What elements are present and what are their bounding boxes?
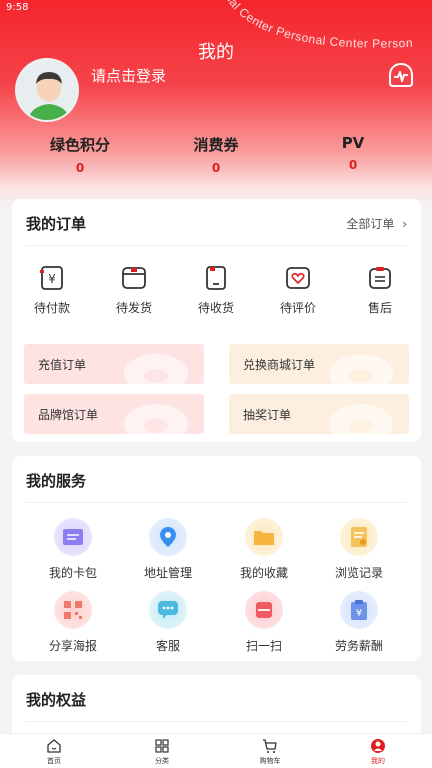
tab-category[interactable]: 分类 xyxy=(132,738,192,766)
order-status-pending-review[interactable]: 待评价 xyxy=(268,265,328,316)
stat-label: 消费券 xyxy=(193,136,239,154)
pending-receipt-icon xyxy=(206,266,226,290)
divider xyxy=(26,502,407,503)
orders-card: 我的订单 全部订单 › ¥ 待付款 待发货 待收货 待评价 售后 充值订单 兑换… xyxy=(12,199,421,442)
message-icon[interactable] xyxy=(386,61,416,91)
cart-icon xyxy=(263,739,277,753)
service-labor-salary[interactable]: ¥ 劳务薪酬 xyxy=(319,591,399,654)
brand-hall-orders-entry[interactable]: 品牌馆订单 xyxy=(24,394,204,434)
tab-label: 分类 xyxy=(155,757,169,765)
qr-code-icon xyxy=(54,591,92,629)
avatar-person-icon xyxy=(17,60,77,120)
pig-watermark-icon xyxy=(124,354,188,384)
order-status-after-sales[interactable]: 售后 xyxy=(350,265,410,316)
order-status-label: 售后 xyxy=(367,301,392,315)
folder-icon xyxy=(245,518,283,556)
scan-icon xyxy=(245,591,283,629)
service-favorites[interactable]: 我的收藏 xyxy=(224,518,304,581)
tab-cart[interactable]: 购物车 xyxy=(240,738,300,766)
all-orders-link[interactable]: 全部订单 › xyxy=(346,215,407,232)
stat-value: 0 xyxy=(211,161,221,175)
svg-text:¥: ¥ xyxy=(356,608,362,619)
pending-payment-icon: ¥ xyxy=(40,266,63,290)
service-label: 劳务薪酬 xyxy=(334,639,383,653)
avatar[interactable] xyxy=(15,58,79,122)
stat-value: 0 xyxy=(348,158,358,172)
order-status-pending-receipt[interactable]: 待收货 xyxy=(186,265,246,316)
recharge-orders-entry[interactable]: 充值订单 xyxy=(24,344,204,384)
stat-label: PV xyxy=(341,134,365,152)
profile-icon xyxy=(371,739,385,753)
order-status-pending-shipment[interactable]: 待发货 xyxy=(104,265,164,316)
profile-header: 9:58 onal Center Personal Center Person … xyxy=(0,0,432,210)
pending-shipment-icon xyxy=(122,267,146,289)
service-card-wallet[interactable]: 我的卡包 xyxy=(33,518,113,581)
service-label: 扫一扫 xyxy=(245,639,282,653)
pig-watermark-icon xyxy=(329,404,393,434)
location-pin-icon xyxy=(149,518,187,556)
divider xyxy=(26,721,407,722)
order-status-label: 待发货 xyxy=(115,301,152,315)
pig-watermark-icon xyxy=(329,354,393,384)
home-icon xyxy=(47,739,61,753)
pig-watermark-icon xyxy=(124,404,188,434)
service-customer-support[interactable]: 客服 xyxy=(128,591,208,654)
tab-label: 购物车 xyxy=(259,757,281,765)
order-status-pending-payment[interactable]: ¥ 待付款 xyxy=(22,265,82,316)
all-orders-label: 全部订单 xyxy=(346,217,395,231)
stat-green-points[interactable]: 绿色积分 0 xyxy=(20,134,140,175)
entry-label: 品牌馆订单 xyxy=(38,408,99,422)
entry-label: 充值订单 xyxy=(38,358,87,372)
service-label: 分享海报 xyxy=(48,639,97,653)
page-title: 我的 xyxy=(198,42,234,63)
services-title: 我的服务 xyxy=(26,472,87,490)
orders-title: 我的订单 xyxy=(26,215,87,233)
pending-review-icon xyxy=(286,267,310,289)
service-history[interactable]: 浏览记录 xyxy=(319,518,399,581)
stat-coupons[interactable]: 消费券 0 xyxy=(156,134,276,175)
tab-mine[interactable]: 我的 xyxy=(348,738,408,766)
service-label: 地址管理 xyxy=(143,566,192,580)
stats-row: 绿色积分 0 消费券 0 PV 0 xyxy=(0,134,432,184)
divider xyxy=(26,245,407,246)
order-status-label: 待付款 xyxy=(33,301,70,315)
tab-home[interactable]: 首页 xyxy=(24,738,84,766)
service-scan[interactable]: 扫一扫 xyxy=(224,591,304,654)
entry-label: 抽奖订单 xyxy=(243,408,292,422)
service-address[interactable]: 地址管理 xyxy=(128,518,208,581)
order-status-label: 待收货 xyxy=(197,301,234,315)
benefits-title: 我的权益 xyxy=(26,691,87,709)
chat-icon xyxy=(149,591,187,629)
after-sales-icon xyxy=(369,267,391,289)
exchange-mall-orders-entry[interactable]: 兑换商城订单 xyxy=(229,344,409,384)
bottom-tab-bar: 首页 分类 购物车 我的 xyxy=(0,733,432,768)
tab-label: 我的 xyxy=(371,757,385,765)
stat-label: 绿色积分 xyxy=(49,136,110,154)
chevron-right-icon: › xyxy=(402,217,407,231)
grid-icon xyxy=(155,739,169,753)
login-link[interactable]: 请点击登录 xyxy=(91,65,166,86)
order-status-label: 待评价 xyxy=(279,301,316,315)
service-label: 客服 xyxy=(155,639,180,653)
stat-pv[interactable]: PV 0 xyxy=(293,134,413,172)
svg-text:¥: ¥ xyxy=(48,272,56,286)
service-label: 浏览记录 xyxy=(334,566,383,580)
service-label: 我的卡包 xyxy=(48,566,97,580)
tab-label: 首页 xyxy=(47,757,61,765)
card-wallet-icon xyxy=(54,518,92,556)
salary-icon: ¥ xyxy=(340,591,378,629)
stat-value: 0 xyxy=(75,161,85,175)
services-card: 我的服务 我的卡包 地址管理 我的收藏 浏览记录 分享海报 客服 扫一扫 ¥ 劳… xyxy=(12,456,421,661)
document-history-icon xyxy=(340,518,378,556)
entry-label: 兑换商城订单 xyxy=(243,358,316,372)
lottery-orders-entry[interactable]: 抽奖订单 xyxy=(229,394,409,434)
service-share-poster[interactable]: 分享海报 xyxy=(33,591,113,654)
service-label: 我的收藏 xyxy=(239,566,288,580)
